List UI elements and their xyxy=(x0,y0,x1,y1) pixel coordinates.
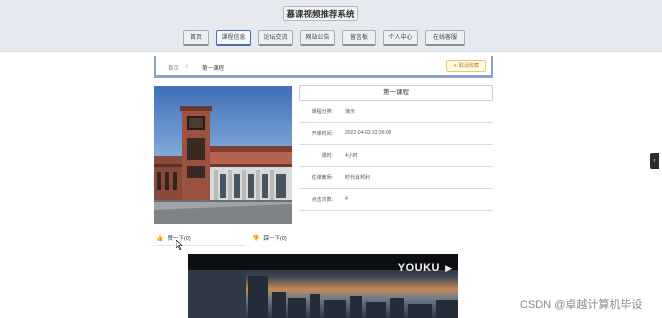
nav-tab-message-board[interactable]: 留言板 xyxy=(342,30,376,46)
dislike-label: 踩一下(0) xyxy=(263,236,287,242)
youku-logo: YOUKU xyxy=(397,262,440,274)
mouse-cursor-icon xyxy=(176,240,183,250)
field-value-teacher: 时代肖邦利 xyxy=(345,175,371,181)
breadcrumb-home[interactable]: 首页 xyxy=(168,64,179,72)
building-photo xyxy=(154,86,292,224)
side-panel-toggle[interactable]: ‹ xyxy=(650,153,659,169)
nav-tab-home[interactable]: 首页 xyxy=(183,30,209,46)
thumb-up-icon: 👍 xyxy=(156,236,164,242)
field-value-category: 演示 xyxy=(345,109,356,115)
nav-tab-profile[interactable]: 个人中心 xyxy=(383,30,418,46)
course-field-row: 开课时间: 2022-04-03 22:36:00 xyxy=(299,123,493,145)
like-button[interactable]: 👍 赞一下(0) xyxy=(156,232,246,246)
course-field-row: 点击次数: 4 xyxy=(299,189,493,211)
play-arrow-icon: ▶ xyxy=(445,263,452,273)
csdn-watermark: CSDN @卓越计算机毕设 xyxy=(520,299,643,311)
breadcrumb-current: 第一课程 xyxy=(202,66,225,72)
star-icon: ★ xyxy=(453,63,458,69)
nav-tab-announcements[interactable]: 网站公告 xyxy=(300,30,335,46)
course-field-row: 课程分类: 演示 xyxy=(299,101,493,123)
favorite-button-label: 取消收藏 xyxy=(458,63,479,69)
field-label-teacher: 任课教师: xyxy=(311,175,333,181)
nav-tab-forum[interactable]: 论坛交流 xyxy=(258,30,293,46)
nav-tab-online-service[interactable]: 在线客服 xyxy=(425,30,465,46)
video-player[interactable]: YOUKU ▶ xyxy=(188,254,458,318)
chevron-left-icon: ‹ xyxy=(653,158,656,164)
course-cover-image xyxy=(154,86,292,224)
course-title: 第一课程 xyxy=(299,85,493,101)
field-value-clicks: 4 xyxy=(345,196,348,202)
field-value-hours: 4小时 xyxy=(345,153,358,159)
nav-tab-courses[interactable]: 课程信息 xyxy=(216,30,251,46)
course-field-row: 课时: 4小时 xyxy=(299,145,493,167)
field-value-start-time: 2022-04-03 22:36:00 xyxy=(345,130,392,136)
site-title: 慕课视频推荐系统 xyxy=(283,6,358,21)
field-label-category: 课程分类: xyxy=(311,109,333,115)
cancel-favorite-button[interactable]: ★ 取消收藏 xyxy=(446,60,486,72)
breadcrumb-separator: / xyxy=(186,64,188,70)
course-field-row: 任课教师: 时代肖邦利 xyxy=(299,167,493,189)
field-label-hours: 课时: xyxy=(321,153,333,159)
dislike-button[interactable]: 👎 踩一下(0) xyxy=(252,232,292,246)
thumb-down-icon: 👎 xyxy=(252,236,260,242)
field-label-start-time: 开课时间: xyxy=(311,131,333,137)
field-label-clicks: 点击次数: xyxy=(311,197,333,203)
